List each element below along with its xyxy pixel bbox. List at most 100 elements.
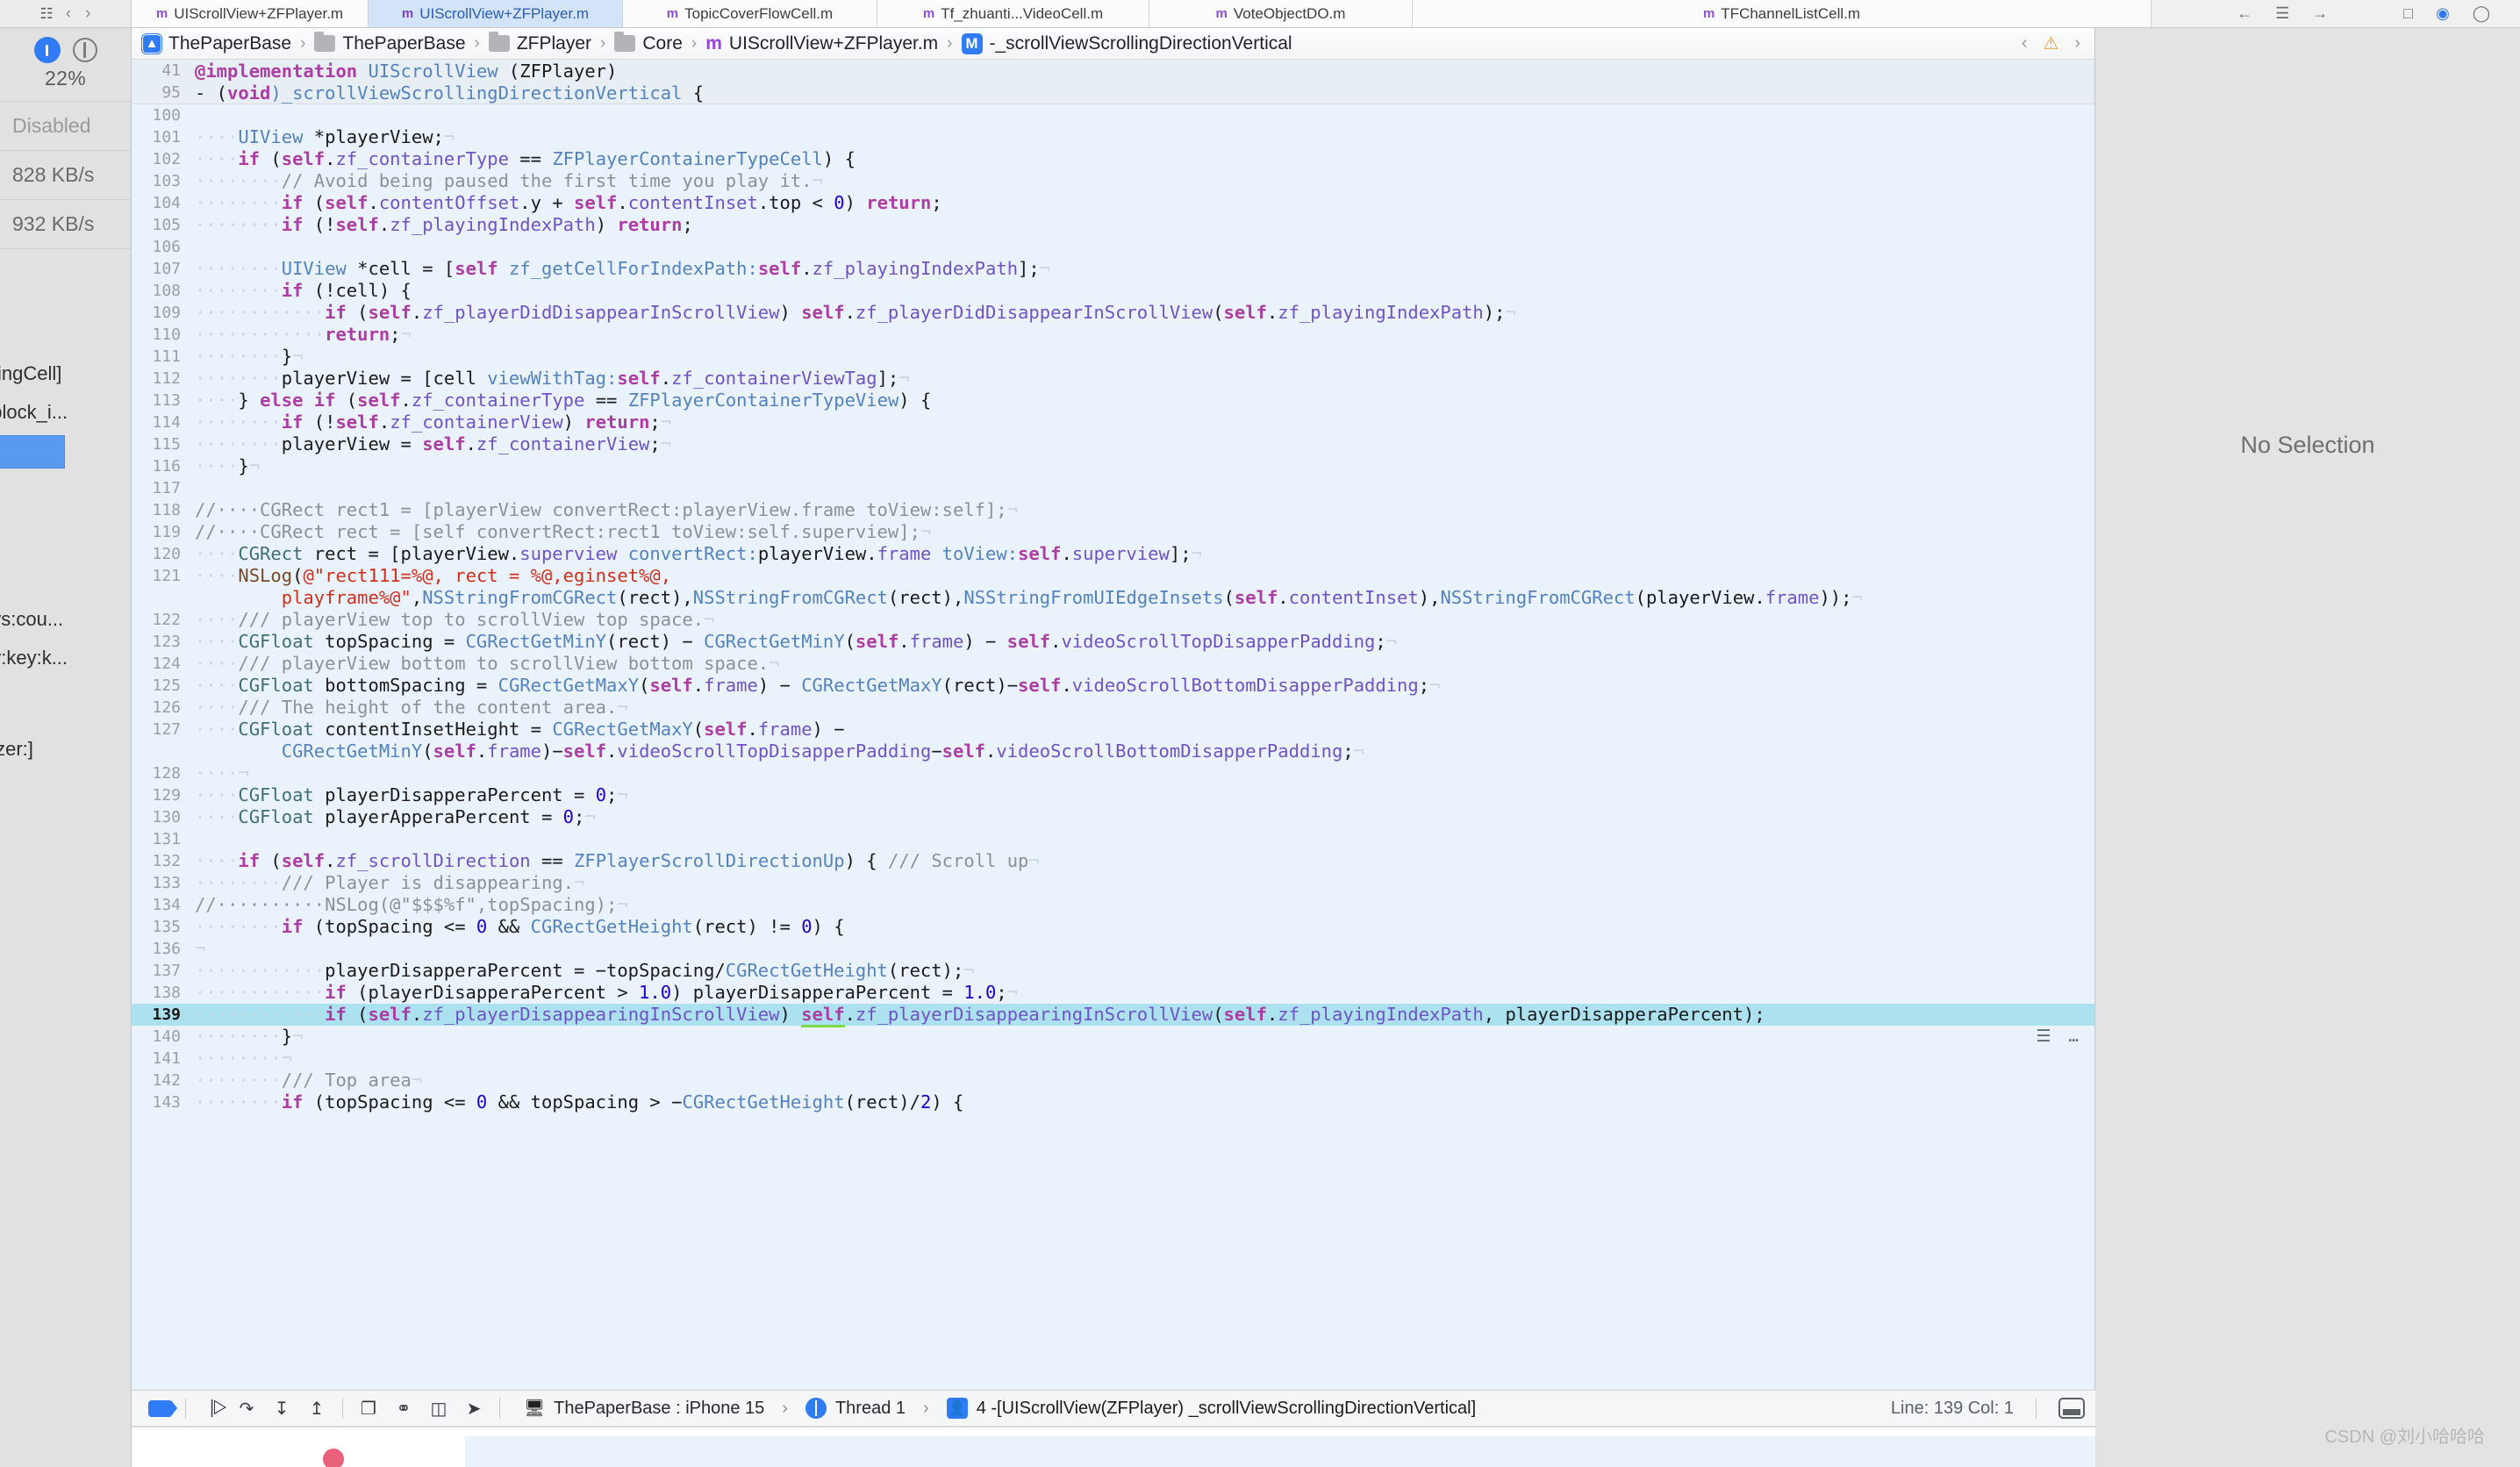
disk-stat-row[interactable]: Disabled [0,102,131,151]
code-line[interactable]: 134//··········NSLog(@"$$$%f",topSpacing… [132,894,2094,916]
library-icon[interactable]: □ [2403,4,2413,23]
line-number[interactable]: 115 [132,433,195,455]
next-issue-icon[interactable]: › [2074,33,2080,54]
code-line[interactable]: 112 ········playerView = [cell viewWithTa… [132,368,2094,390]
list-item-selected[interactable] [0,435,65,469]
nav-forward-icon[interactable]: › [85,4,90,24]
breadcrumb-item-group-2[interactable]: ZFPlayer [488,32,591,54]
line-number[interactable]: 139 [132,1004,195,1026]
list-item[interactable]: nizer:] [0,730,131,769]
line-number[interactable]: 118 [132,499,195,521]
nav-back-icon[interactable]: ← [2237,4,2252,23]
line-number[interactable]: 125 [132,675,195,697]
menu-icon[interactable]: ☰ [2275,4,2289,23]
network-down-row[interactable]: 828 KB/s [0,151,131,200]
line-number[interactable]: 107 [132,258,195,280]
line-number[interactable]: 131 [132,828,195,850]
code-line[interactable]: 105 ········if (!self.zf_playingIndexPath… [132,214,2094,236]
code-line[interactable]: 133 ········/// Player is disappearing.¬ [132,872,2094,894]
line-number[interactable]: 123 [132,631,195,653]
code-line[interactable]: 104 ········if (self.contentOffset.y + se… [132,192,2094,214]
line-number[interactable]: 137 [132,960,195,982]
line-number[interactable]: 134 [132,894,195,916]
code-line[interactable]: 135 ········if (topSpacing <= 0 && CGRect… [132,916,2094,938]
code-line[interactable]: 115 ········playerView = self.zf_containe… [132,433,2094,455]
help-icon[interactable]: ◯ [2473,4,2490,23]
breadcrumb-item-group-3[interactable]: Core [614,32,683,54]
breadcrumb-item-method[interactable]: M -_scrollViewScrollingDirectionVertical [961,32,1292,54]
breakpoint-activate-button[interactable] [142,1395,177,1421]
code-line[interactable]: 114 ········if (!self.zf_containerView) r… [132,411,2094,433]
code-line[interactable]: 111 ········}¬ [132,346,2094,368]
code-line[interactable]: 117 [132,477,2094,499]
line-number[interactable]: 101 [132,126,195,148]
code-line[interactable]: 113 ····} else if (self.zf_containerType … [132,390,2094,411]
code-line[interactable]: 123 ····CGFloat topSpacing = CGRectGetMin… [132,631,2094,653]
network-up-row[interactable]: 932 KB/s [0,200,131,249]
code-line[interactable]: 122 ····/// playerView top to scrollView … [132,609,2094,631]
editor-tab-2[interactable]: m TopicCoverFlowCell.m [623,0,877,27]
memory-graph-button[interactable]: ⚭ [386,1395,421,1421]
line-number[interactable]: 127 [132,719,195,741]
editor-tab-4[interactable]: m VoteObjectDO.m [1149,0,1413,27]
line-number[interactable]: 116 [132,455,195,477]
line-number[interactable]: 105 [132,214,195,236]
code-line[interactable]: 140 ········}¬ [132,1026,2094,1048]
code-line[interactable]: 132 ····if (self.zf_scrollDirection == ZF… [132,850,2094,872]
warning-triangle-icon[interactable]: ⚠ [2043,32,2058,54]
code-line[interactable]: 130 ····CGFloat playerApperaPercent = 0;¬ [132,806,2094,828]
line-number[interactable]: 140 [132,1026,195,1048]
line-number[interactable]: 124 [132,653,195,675]
code-line[interactable]: 116 ····}¬ [132,455,2094,477]
line-number[interactable]: 103 [132,170,195,192]
line-number[interactable]: 110 [132,324,195,346]
code-line[interactable]: 118//····CGRect rect1 = [playerView conv… [132,499,2094,521]
list-item[interactable]: ey:key:k... [0,639,131,677]
list-item[interactable]: eys:cou... [0,600,131,639]
line-number[interactable]: 130 [132,806,195,828]
memory-gauge-icon[interactable] [72,38,97,62]
code-line[interactable]: 136 ¬ [132,938,2094,960]
nav-back-icon[interactable]: ‹ [66,4,71,24]
code-line[interactable]: 141 ········¬ [132,1048,2094,1070]
step-over-button[interactable]: ↷ [229,1395,264,1421]
line-number[interactable]: 111 [132,346,195,368]
code-lines[interactable]: 100 101 ····UIView *playerView;¬ 102 ····if … [132,104,2094,1467]
line-number[interactable]: 143 [132,1091,195,1113]
code-line[interactable]: 121 ····NSLog(@"rect111=%@, rect = %@,egi… [132,565,2094,609]
code-line[interactable]: 102 ····if (self.zf_containerType == ZFPl… [132,148,2094,170]
code-line-current[interactable]: 139 ············if (self.zf_playerDisappe… [132,1004,2094,1046]
code-line[interactable]: 125 ····CGFloat bottomSpacing = CGRectGet… [132,675,2094,697]
code-line[interactable]: 138 ············if (playerDisapperaPercen… [132,982,2094,1004]
line-number[interactable]: 104 [132,192,195,214]
line-number[interactable]: 122 [132,609,195,631]
line-number[interactable]: 108 [132,280,195,302]
line-number[interactable]: 133 [132,872,195,894]
editor-tab-1[interactable]: m UIScrollView+ZFPlayer.m [369,0,623,27]
step-out-button[interactable]: ↥ [299,1395,334,1421]
line-number[interactable]: 126 [132,697,195,719]
line-number[interactable]: 100 [132,104,195,126]
line-number[interactable]: 113 [132,390,195,411]
inspector-icon[interactable]: ◉ [2436,4,2450,23]
code-line[interactable]: 119//····CGRect rect = [self convertRect… [132,521,2094,543]
list-item[interactable]: yingCell] [0,354,131,393]
simulate-location-button[interactable]: ➤ [456,1395,491,1421]
line-number[interactable]: 120 [132,543,195,565]
line-number[interactable]: 112 [132,368,195,390]
line-number[interactable]: 136 [132,938,195,960]
debug-view-hierarchy-button[interactable]: ❐ [351,1395,386,1421]
line-number[interactable]: 102 [132,148,195,170]
list-item[interactable]: _block_i... [0,393,131,432]
code-line[interactable]: 142 ········/// Top area¬ [132,1070,2094,1091]
line-number[interactable]: 138 [132,982,195,1004]
navigation-arrows[interactable]: ‹ › [66,4,91,24]
line-inline-markers[interactable]: ☰… [2037,1026,2080,1048]
breadcrumb-item-group-1[interactable]: ThePaperBase [314,32,466,54]
cpu-memory-gauge-row[interactable]: 22% [0,28,131,102]
continue-button[interactable]: ⎹▷ [194,1395,229,1421]
step-into-button[interactable]: ↧ [264,1395,299,1421]
code-line[interactable]: 103 ········// Avoid being paused the fir… [132,170,2094,192]
equals-marker-icon[interactable]: ☰ [2037,1026,2051,1048]
console-toggle-button[interactable] [2058,1398,2085,1419]
